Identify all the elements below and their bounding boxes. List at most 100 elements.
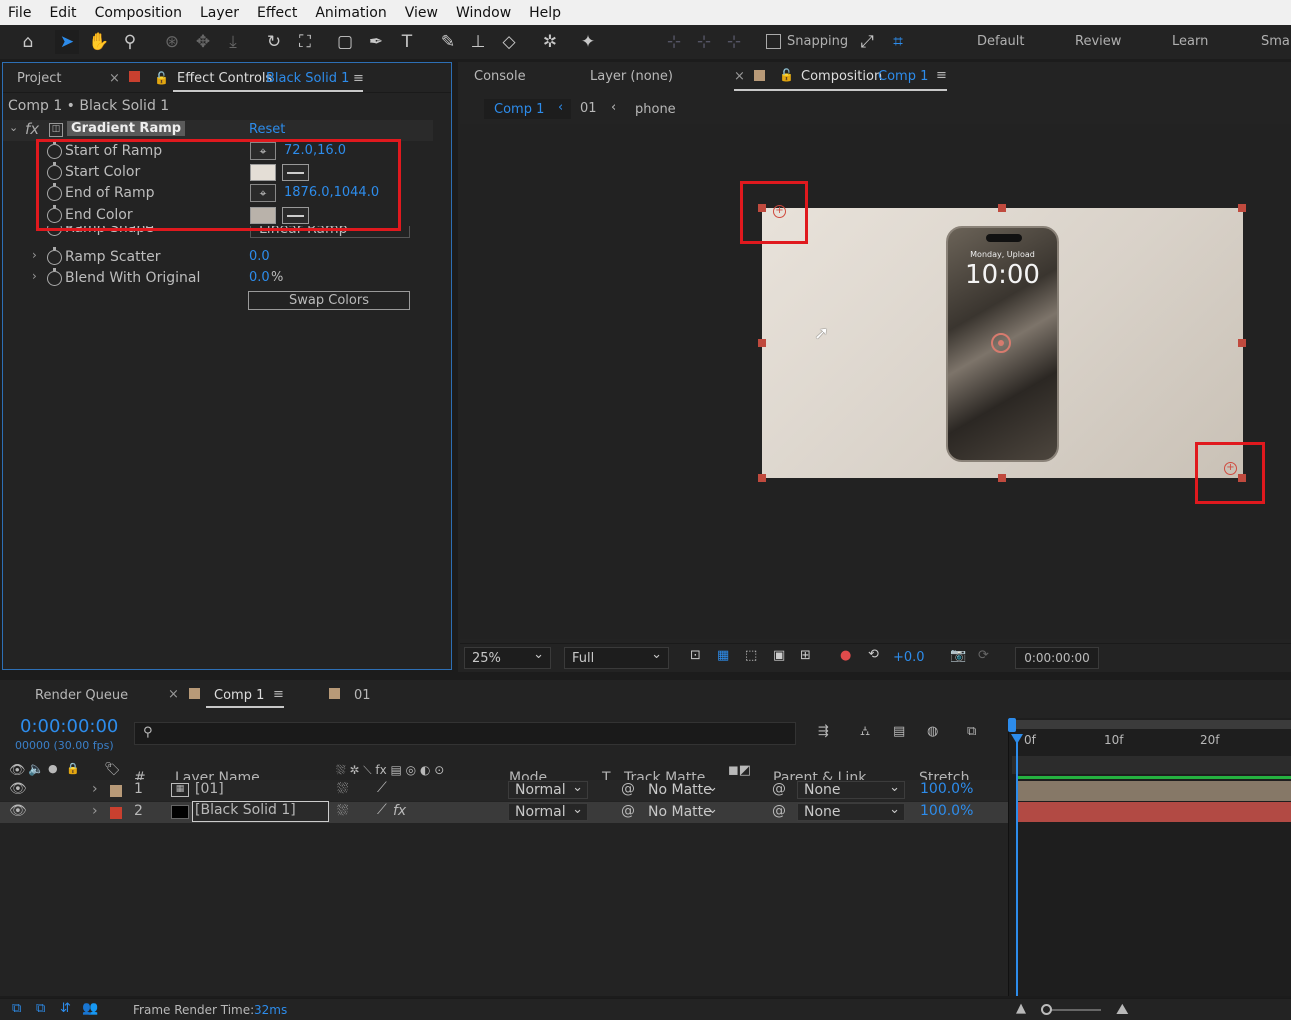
close-icon[interactable]: ×	[109, 71, 120, 86]
snap-frame-icon[interactable]: ⌗	[886, 30, 910, 54]
track-matte-dropdown[interactable]: No Matte	[641, 801, 723, 821]
snapping-checkbox[interactable]	[766, 34, 781, 49]
preset-icon[interactable]: ◫	[49, 123, 63, 137]
parent-dropdown[interactable]: None	[797, 801, 905, 821]
menu-edit[interactable]: Edit	[40, 5, 85, 21]
menu-effect[interactable]: Effect	[248, 5, 306, 21]
brush-tool-icon[interactable]: ✎	[436, 30, 460, 54]
mode-dropdown[interactable]: Normal	[508, 779, 588, 799]
panel-menu-icon[interactable]: ≡	[353, 71, 364, 86]
twirl-closed-icon[interactable]: ›	[32, 269, 37, 283]
layer-switches-toggle-icon[interactable]: ⧉	[12, 1001, 21, 1016]
table-row[interactable]: 👁 › 1 ▦ [01] ⛆ ⟋ Normal @ No Matte @ Non…	[0, 779, 1008, 801]
layer-name[interactable]: [01]	[195, 781, 224, 797]
zoom-tool-icon[interactable]: ⚲	[118, 30, 142, 54]
fast-previews-icon[interactable]: ⊡	[690, 648, 701, 663]
zoom-dropdown[interactable]: 25%	[464, 647, 551, 669]
menu-view[interactable]: View	[396, 5, 447, 21]
lock-icon[interactable]: 🔓	[779, 68, 794, 82]
pen-tool-icon[interactable]: ✒	[364, 30, 388, 54]
selection-tool-icon[interactable]: ➤	[55, 30, 79, 54]
tab-console[interactable]: Console	[474, 69, 526, 84]
matte-pickwhip-icon[interactable]: @	[621, 781, 635, 797]
workspace-small[interactable]: Smal	[1261, 34, 1291, 49]
graph-editor-icon[interactable]: ⧉	[967, 724, 976, 739]
close-icon[interactable]: ×	[168, 687, 179, 702]
fx-icon[interactable]: fx	[25, 120, 39, 138]
track-matte-dropdown[interactable]: No Matte	[641, 779, 723, 799]
shy-switch-icon[interactable]: ⛆	[337, 803, 348, 819]
timeline-zoom-slider[interactable]	[1047, 1009, 1101, 1011]
eraser-tool-icon[interactable]: ◇	[497, 30, 521, 54]
layer-1-bar[interactable]	[1018, 781, 1291, 801]
anchor-point-icon[interactable]	[991, 333, 1011, 353]
twirl-open-icon[interactable]: ⌄	[9, 121, 18, 134]
menu-composition[interactable]: Composition	[86, 5, 191, 21]
lock-icon[interactable]: 🔓	[154, 71, 169, 85]
transform-handle[interactable]	[758, 474, 766, 482]
axis-world-icon[interactable]: ⊹	[692, 30, 716, 54]
grid-guides-icon[interactable]: ⊞	[800, 648, 811, 663]
workspace-learn[interactable]: Learn	[1172, 34, 1208, 49]
tab-comp-name[interactable]: Comp 1	[878, 69, 928, 84]
tab-comp1[interactable]: Comp 1	[214, 688, 264, 703]
eye-icon[interactable]: 👁	[9, 781, 27, 797]
effect-name[interactable]: Gradient Ramp	[67, 121, 186, 136]
tab-effect-layer-name[interactable]: Black Solid 1	[266, 71, 349, 86]
parent-pickwhip-icon[interactable]: @	[772, 781, 786, 797]
tab-project[interactable]: Project	[17, 71, 61, 86]
transform-handle[interactable]	[998, 204, 1006, 212]
layer-name-edit[interactable]: [Black Solid 1]	[192, 801, 329, 822]
clone-stamp-tool-icon[interactable]: ⊥	[466, 30, 490, 54]
draft-3d-icon[interactable]: ⛼	[860, 724, 870, 741]
stretch-value[interactable]: 100.0%	[920, 803, 973, 819]
exposure-value[interactable]: +0.0	[893, 650, 925, 665]
blend-value[interactable]: 0.0	[249, 270, 270, 285]
snap-options-icon[interactable]: ⤢	[855, 30, 879, 54]
layer-label-color[interactable]	[110, 785, 122, 797]
frame-blending-icon[interactable]: ▤	[893, 724, 905, 739]
zoom-in-icon[interactable]: ⛰	[1116, 1000, 1129, 1018]
mask-visibility-icon[interactable]: ⬚	[745, 648, 757, 663]
orbit-tool-icon[interactable]: ⊛	[160, 30, 184, 54]
composition-flowchart-icon[interactable]: ⇶	[818, 724, 829, 739]
rectangle-tool-icon[interactable]: ▢	[333, 30, 357, 54]
dolly-tool-icon[interactable]: ⤓	[221, 30, 245, 54]
puppet-tool-icon[interactable]: ✦	[576, 30, 600, 54]
channel-icon[interactable]: ●	[840, 648, 851, 663]
twirl-closed-icon[interactable]: ›	[92, 781, 98, 797]
ramp-scatter-value[interactable]: 0.0	[249, 249, 270, 264]
transparency-grid-icon[interactable]: ▦	[717, 648, 729, 663]
crumb-01[interactable]: 01	[580, 101, 597, 116]
render-time-toggle-icon[interactable]: 👥	[82, 1001, 98, 1016]
tab-render-queue[interactable]: Render Queue	[35, 688, 128, 703]
layer-2-bar[interactable]	[1018, 802, 1291, 822]
playhead[interactable]	[1016, 734, 1018, 996]
menu-file[interactable]: File	[0, 5, 40, 21]
axis-local-icon[interactable]: ⊹	[662, 30, 686, 54]
workspace-review[interactable]: Review	[1075, 34, 1121, 49]
snapshot-icon[interactable]: 📷	[950, 648, 966, 663]
matte-pickwhip-icon[interactable]: @	[621, 803, 635, 819]
timeline-zoom-handle[interactable]	[1041, 1004, 1052, 1015]
parent-pickwhip-icon[interactable]: @	[772, 803, 786, 819]
menu-help[interactable]: Help	[520, 5, 570, 21]
tab-composition[interactable]: Composition	[801, 69, 882, 84]
zoom-out-icon[interactable]: ▲	[1016, 1001, 1026, 1016]
fx-switch-icon[interactable]: fx	[393, 803, 406, 819]
crumb-phone[interactable]: phone	[635, 102, 676, 117]
stopwatch-icon[interactable]	[47, 268, 62, 286]
layer-label-color[interactable]	[110, 807, 122, 819]
parent-dropdown[interactable]: None	[797, 779, 905, 799]
table-row[interactable]: 👁 › 2 [Black Solid 1] ⛆ ⟋ fx Normal @ No…	[0, 801, 1008, 823]
layer-search-input[interactable]: ⚲	[134, 722, 796, 745]
tab-01[interactable]: 01	[354, 688, 371, 703]
hand-tool-icon[interactable]: ✋	[87, 30, 111, 54]
panel-menu-icon[interactable]: ≡	[936, 68, 947, 83]
mode-dropdown[interactable]: Normal	[508, 801, 588, 821]
work-area-start-handle[interactable]	[1008, 718, 1016, 732]
workspace-default[interactable]: Default	[977, 34, 1025, 49]
transform-handle[interactable]	[998, 474, 1006, 482]
reset-exposure-icon[interactable]: ⟲	[868, 647, 879, 662]
axis-view-icon[interactable]: ⊹	[722, 30, 746, 54]
